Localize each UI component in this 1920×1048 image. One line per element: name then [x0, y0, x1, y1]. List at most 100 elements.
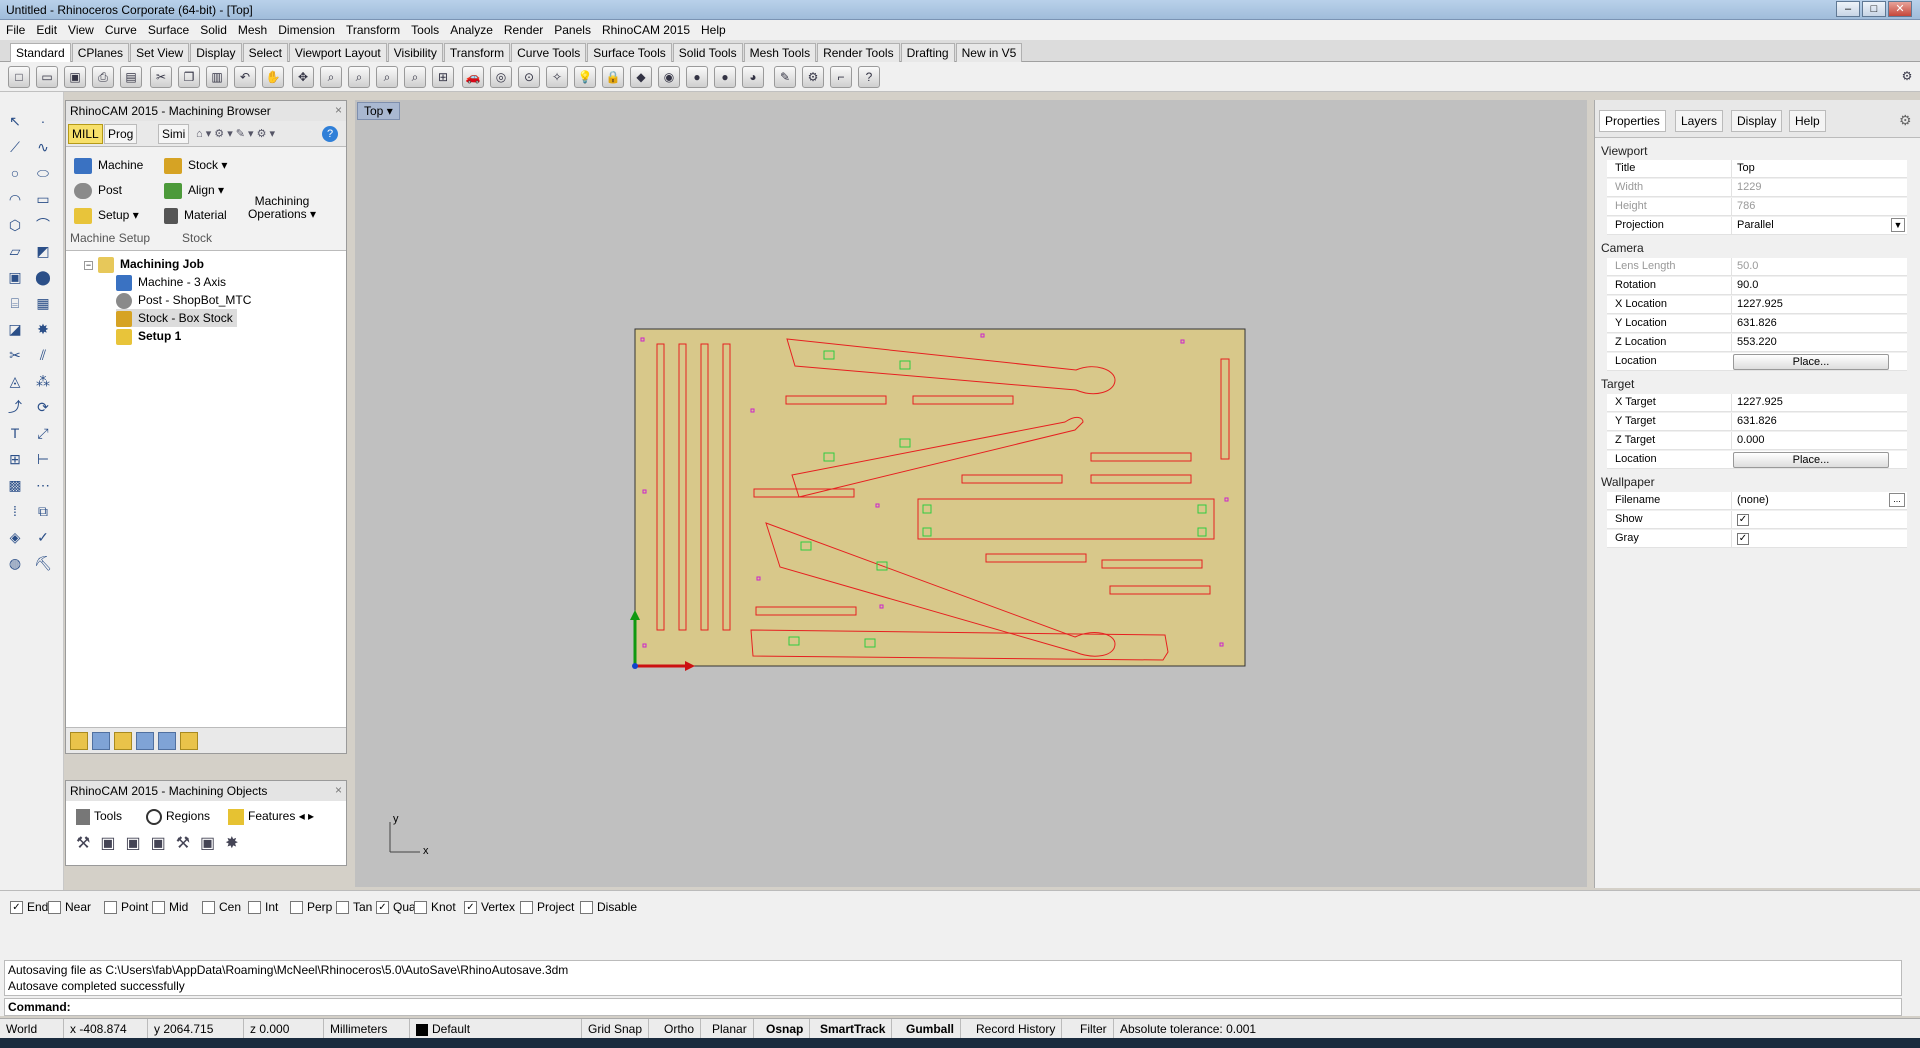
- machine-button[interactable]: Machine: [74, 155, 143, 175]
- osnap-vertex[interactable]: ✓ Vertex: [464, 900, 515, 915]
- osnap-vertex-checkbox[interactable]: ✓: [464, 901, 477, 915]
- collapse-icon[interactable]: −: [84, 261, 93, 270]
- settings-icon[interactable]: [180, 732, 198, 750]
- status-gumball[interactable]: Gumball: [900, 1019, 962, 1039]
- text-icon[interactable]: T: [4, 422, 26, 444]
- zoom-selected-icon[interactable]: ⌕: [404, 66, 426, 88]
- menu-analyze[interactable]: Analyze: [444, 20, 498, 37]
- osnap-cen-checkbox[interactable]: [202, 901, 215, 915]
- cut-icon[interactable]: ✂: [150, 66, 172, 88]
- target-place-button[interactable]: Place...: [1733, 452, 1889, 468]
- simulate-icon[interactable]: [92, 732, 110, 750]
- osnap-perp-checkbox[interactable]: [290, 901, 303, 915]
- lock-icon[interactable]: 🔒: [602, 66, 624, 88]
- menu-solid[interactable]: Solid: [194, 20, 232, 37]
- prop-x-location[interactable]: X Location 1227.925: [1607, 296, 1907, 314]
- tab-mesh-tools[interactable]: Mesh Tools: [743, 43, 817, 62]
- light-bulb-icon[interactable]: 💡: [574, 66, 596, 88]
- tree-item-post[interactable]: Post - ShopBot_MTC: [116, 291, 251, 309]
- tab-solid-tools[interactable]: Solid Tools: [672, 43, 743, 62]
- object-tool-icons[interactable]: ⚒▣▣▣⚒▣✸: [76, 833, 249, 853]
- render-sphere-icon[interactable]: ●: [686, 66, 708, 88]
- visibility-icon[interactable]: ◎: [490, 66, 512, 88]
- box-icon[interactable]: ▣: [4, 266, 26, 288]
- split-icon[interactable]: ⫽: [32, 344, 54, 366]
- tab-select[interactable]: Select: [242, 43, 288, 62]
- status-ortho[interactable]: Ortho: [658, 1019, 702, 1039]
- osnap-near[interactable]: Near: [48, 900, 91, 915]
- tab-new-in-v5[interactable]: New in V5: [955, 43, 1023, 62]
- car-icon[interactable]: 🚗: [462, 66, 484, 88]
- settings-gear-icon[interactable]: ⚙: [1896, 66, 1918, 88]
- pan-hand-icon[interactable]: ✋: [262, 66, 284, 88]
- sphere-icon[interactable]: ⬤: [32, 266, 54, 288]
- osnap-point-checkbox[interactable]: [104, 901, 117, 915]
- prop-title[interactable]: Title Top: [1607, 160, 1907, 178]
- tab-layers[interactable]: Layers: [1675, 110, 1724, 132]
- ellipse-icon[interactable]: ⬭: [32, 162, 54, 184]
- tab-mill[interactable]: MILL: [68, 124, 103, 144]
- dropdown-arrow-icon[interactable]: ▼: [1891, 218, 1905, 232]
- snap-icon[interactable]: ✧: [546, 66, 568, 88]
- status-cplane[interactable]: World: [0, 1019, 64, 1039]
- mesh-icon[interactable]: ▦: [32, 292, 54, 314]
- status-planar[interactable]: Planar: [706, 1019, 754, 1039]
- osnap-near-checkbox[interactable]: [48, 901, 61, 915]
- render-icon[interactable]: ◍: [4, 552, 26, 574]
- tab-display[interactable]: Display: [1731, 110, 1783, 132]
- viewport-layout-icon[interactable]: ⊞: [432, 66, 454, 88]
- undo-icon[interactable]: ↶: [234, 66, 256, 88]
- menu-view[interactable]: View: [62, 20, 99, 37]
- tab-render-tools[interactable]: Render Tools: [817, 43, 900, 62]
- zoom-extents-icon[interactable]: ⌕: [376, 66, 398, 88]
- circle-icon[interactable]: ○: [4, 162, 26, 184]
- prop-y-target[interactable]: Y Target 631.826: [1607, 413, 1907, 431]
- command-input[interactable]: Command:: [4, 998, 1902, 1016]
- menu-rhinocam[interactable]: RhinoCAM 2015: [596, 20, 695, 37]
- select-arrow-icon[interactable]: ↖: [4, 110, 26, 132]
- dimension-tool-icon[interactable]: ⊢: [32, 448, 54, 470]
- status-layer[interactable]: Default: [410, 1019, 582, 1039]
- help-icon[interactable]: ?: [322, 126, 338, 142]
- new-file-icon[interactable]: □: [8, 66, 30, 88]
- osnap-end[interactable]: ✓ End: [10, 900, 48, 915]
- prop-z-location[interactable]: Z Location 553.220: [1607, 334, 1907, 352]
- move-icon[interactable]: ⤴: [4, 396, 26, 418]
- menu-surface[interactable]: Surface: [142, 20, 194, 37]
- menu-transform[interactable]: Transform: [340, 20, 405, 37]
- osnap-mid[interactable]: Mid: [152, 900, 188, 915]
- prop-filename[interactable]: Filename (none)...: [1607, 492, 1907, 510]
- extrude-icon[interactable]: ◩: [32, 240, 54, 262]
- status-smarttrack[interactable]: SmartTrack: [814, 1019, 893, 1039]
- polyline-icon[interactable]: ⟋: [4, 136, 26, 158]
- trim-icon[interactable]: ✂: [4, 344, 26, 366]
- tab-regions[interactable]: Regions: [146, 805, 210, 827]
- boolean-icon[interactable]: ◪: [4, 318, 26, 340]
- prop-y-location[interactable]: Y Location 631.826: [1607, 315, 1907, 333]
- material-sphere-icon[interactable]: ●: [714, 66, 736, 88]
- explode-icon[interactable]: ✸: [32, 318, 54, 340]
- osnap-disable[interactable]: Disable: [580, 900, 637, 915]
- osnap-tan-checkbox[interactable]: [336, 901, 349, 915]
- show-checkbox[interactable]: ✓: [1737, 514, 1749, 526]
- tab-tools[interactable]: Tools: [76, 805, 122, 827]
- analyze-icon[interactable]: ◈: [4, 526, 26, 548]
- status-osnap[interactable]: Osnap: [760, 1019, 811, 1039]
- prop-z-target[interactable]: Z Target 0.000: [1607, 432, 1907, 450]
- generate-icon[interactable]: [70, 732, 88, 750]
- open-folder-icon[interactable]: ▭: [36, 66, 58, 88]
- prop-x-target[interactable]: X Target 1227.925: [1607, 394, 1907, 412]
- grid-array-icon[interactable]: ⁞: [4, 500, 26, 522]
- osnap-mid-checkbox[interactable]: [152, 901, 165, 915]
- toolbar-icons[interactable]: ⌂ ▾ ⚙ ▾ ✎ ▾ ⚙ ▾: [196, 127, 275, 140]
- menu-curve[interactable]: Curve: [99, 20, 142, 37]
- tab-surface-tools[interactable]: Surface Tools: [587, 43, 672, 62]
- options-icon[interactable]: ✎: [774, 66, 796, 88]
- curve-icon[interactable]: ∿: [32, 136, 54, 158]
- osnap-project[interactable]: Project: [520, 900, 574, 915]
- osnap-tan[interactable]: Tan: [336, 900, 372, 915]
- setup-button[interactable]: Setup ▾: [74, 205, 139, 225]
- layer-icon[interactable]: ◆: [630, 66, 652, 88]
- toolpath-icon[interactable]: [114, 732, 132, 750]
- osnap-perp[interactable]: Perp: [290, 900, 332, 915]
